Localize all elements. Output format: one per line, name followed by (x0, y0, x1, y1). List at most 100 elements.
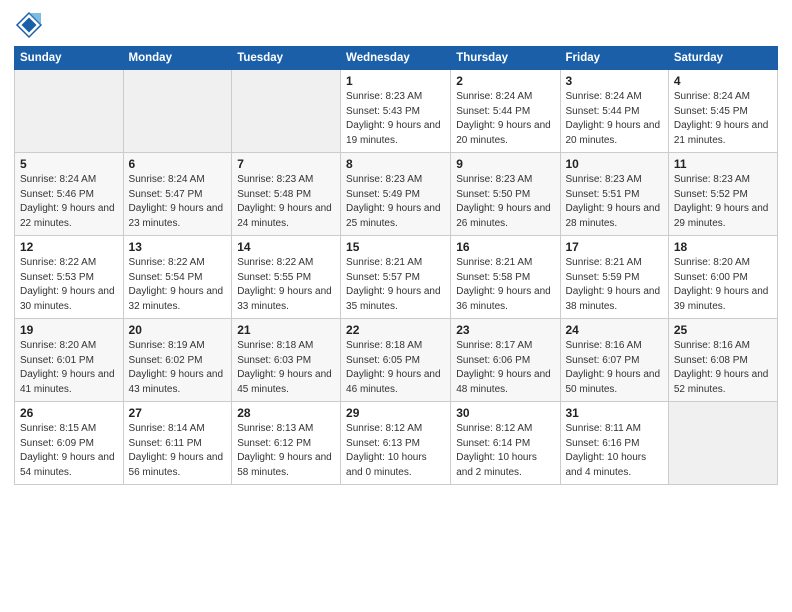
calendar-week-2: 5Sunrise: 8:24 AM Sunset: 5:46 PM Daylig… (15, 153, 778, 236)
weekday-header-saturday: Saturday (668, 47, 777, 70)
calendar-cell: 16Sunrise: 8:21 AM Sunset: 5:58 PM Dayli… (451, 236, 560, 319)
day-number: 23 (456, 323, 554, 337)
day-number: 14 (237, 240, 335, 254)
weekday-header-friday: Friday (560, 47, 668, 70)
calendar-cell: 7 Sunrise: 8:23 AM Sunset: 5:48 PM Daylig… (232, 153, 341, 236)
day-info: Sunrise: 8:22 AM Sunset: 5:54 PM Dayligh… (129, 256, 227, 314)
day-info: Sunrise: 8:24 AM Sunset: 5:45 PM Dayligh… (674, 90, 772, 148)
day-info: Sunrise: 8:18 AM Sunset: 6:05 PM Dayligh… (346, 339, 445, 397)
day-number: 19 (20, 323, 118, 337)
day-number: 25 (674, 323, 772, 337)
day-info: Sunrise: 8:23 AM Sunset: 5:50 PM Dayligh… (456, 173, 554, 231)
day-number: 12 (20, 240, 118, 254)
day-info: Sunrise: 8:11 AM Sunset: 6:16 PM Dayligh… (566, 422, 663, 480)
day-number: 6 (129, 157, 227, 171)
day-info: Sunrise: 8:19 AM Sunset: 6:02 PM Dayligh… (129, 339, 227, 397)
day-number: 13 (129, 240, 227, 254)
calendar-cell: 29 Sunrise: 8:12 AM Sunset: 6:13 PM Dayli… (341, 402, 451, 485)
day-number: 3 (566, 74, 663, 88)
weekday-header-thursday: Thursday (451, 47, 560, 70)
calendar-cell: 31 Sunrise: 8:11 AM Sunset: 6:16 PM Dayli… (560, 402, 668, 485)
calendar-cell: 9 Sunrise: 8:23 AM Sunset: 5:50 PM Daylig… (451, 153, 560, 236)
calendar-cell: 19 Sunrise: 8:20 AM Sunset: 6:01 PM Dayli… (15, 319, 124, 402)
day-number: 1 (346, 74, 445, 88)
calendar-cell: 11 Sunrise: 8:23 AM Sunset: 5:52 PM Dayli… (668, 153, 777, 236)
day-info: Sunrise: 8:24 AM Sunset: 5:44 PM Dayligh… (566, 90, 663, 148)
calendar-cell: 18 Sunrise: 8:20 AM Sunset: 6:00 PM Dayli… (668, 236, 777, 319)
day-number: 22 (346, 323, 445, 337)
day-number: 17 (566, 240, 663, 254)
day-number: 5 (20, 157, 118, 171)
day-info: Sunrise: 8:23 AM Sunset: 5:51 PM Dayligh… (566, 173, 663, 231)
calendar-cell: 2 Sunrise: 8:24 AM Sunset: 5:44 PM Daylig… (451, 70, 560, 153)
day-info: Sunrise: 8:17 AM Sunset: 6:06 PM Dayligh… (456, 339, 554, 397)
day-number: 15 (346, 240, 445, 254)
day-number: 9 (456, 157, 554, 171)
weekday-header-wednesday: Wednesday (341, 47, 451, 70)
calendar-cell (668, 402, 777, 485)
day-info: Sunrise: 8:20 AM Sunset: 6:01 PM Dayligh… (20, 339, 118, 397)
day-info: Sunrise: 8:15 AM Sunset: 6:09 PM Dayligh… (20, 422, 118, 480)
day-info: Sunrise: 8:21 AM Sunset: 5:57 PM Dayligh… (346, 256, 445, 314)
calendar-cell: 4 Sunrise: 8:24 AM Sunset: 5:45 PM Daylig… (668, 70, 777, 153)
calendar-cell: 12 Sunrise: 8:22 AM Sunset: 5:53 PM Dayli… (15, 236, 124, 319)
day-info: Sunrise: 8:12 AM Sunset: 6:14 PM Dayligh… (456, 422, 554, 480)
calendar-cell: 20 Sunrise: 8:19 AM Sunset: 6:02 PM Dayli… (123, 319, 232, 402)
page: SundayMondayTuesdayWednesdayThursdayFrid… (0, 0, 792, 612)
calendar-cell (15, 70, 124, 153)
day-info: Sunrise: 8:20 AM Sunset: 6:00 PM Dayligh… (674, 256, 772, 314)
day-number: 21 (237, 323, 335, 337)
day-number: 26 (20, 406, 118, 420)
day-number: 7 (237, 157, 335, 171)
calendar-cell: 28 Sunrise: 8:13 AM Sunset: 6:12 PM Dayli… (232, 402, 341, 485)
logo-icon (14, 10, 44, 40)
weekday-header-row: SundayMondayTuesdayWednesdayThursdayFrid… (15, 47, 778, 70)
day-info: Sunrise: 8:22 AM Sunset: 5:53 PM Dayligh… (20, 256, 118, 314)
calendar-cell: 6Sunrise: 8:24 AM Sunset: 5:47 PM Daylig… (123, 153, 232, 236)
day-number: 20 (129, 323, 227, 337)
day-number: 18 (674, 240, 772, 254)
day-info: Sunrise: 8:23 AM Sunset: 5:49 PM Dayligh… (346, 173, 445, 231)
day-number: 11 (674, 157, 772, 171)
weekday-header-sunday: Sunday (15, 47, 124, 70)
calendar-cell: 14 Sunrise: 8:22 AM Sunset: 5:55 PM Dayli… (232, 236, 341, 319)
day-info: Sunrise: 8:13 AM Sunset: 6:12 PM Dayligh… (237, 422, 335, 480)
day-info: Sunrise: 8:23 AM Sunset: 5:48 PM Dayligh… (237, 173, 335, 231)
day-number: 24 (566, 323, 663, 337)
day-number: 10 (566, 157, 663, 171)
calendar-cell: 27 Sunrise: 8:14 AM Sunset: 6:11 PM Dayli… (123, 402, 232, 485)
calendar-table: SundayMondayTuesdayWednesdayThursdayFrid… (14, 46, 778, 485)
header (14, 10, 778, 40)
day-info: Sunrise: 8:12 AM Sunset: 6:13 PM Dayligh… (346, 422, 445, 480)
day-info: Sunrise: 8:23 AM Sunset: 5:52 PM Dayligh… (674, 173, 772, 231)
day-number: 2 (456, 74, 554, 88)
day-number: 28 (237, 406, 335, 420)
day-number: 27 (129, 406, 227, 420)
calendar-cell: 25Sunrise: 8:16 AM Sunset: 6:08 PM Dayli… (668, 319, 777, 402)
calendar-cell: 30Sunrise: 8:12 AM Sunset: 6:14 PM Dayli… (451, 402, 560, 485)
calendar-cell: 17 Sunrise: 8:21 AM Sunset: 5:59 PM Dayli… (560, 236, 668, 319)
day-info: Sunrise: 8:14 AM Sunset: 6:11 PM Dayligh… (129, 422, 227, 480)
calendar-cell: 23 Sunrise: 8:17 AM Sunset: 6:06 PM Dayli… (451, 319, 560, 402)
day-number: 31 (566, 406, 663, 420)
calendar-cell: 24 Sunrise: 8:16 AM Sunset: 6:07 PM Dayli… (560, 319, 668, 402)
day-info: Sunrise: 8:24 AM Sunset: 5:44 PM Dayligh… (456, 90, 554, 148)
calendar-cell: 8Sunrise: 8:23 AM Sunset: 5:49 PM Daylig… (341, 153, 451, 236)
calendar-week-4: 19 Sunrise: 8:20 AM Sunset: 6:01 PM Dayli… (15, 319, 778, 402)
weekday-header-tuesday: Tuesday (232, 47, 341, 70)
calendar-cell: 21Sunrise: 8:18 AM Sunset: 6:03 PM Dayli… (232, 319, 341, 402)
calendar-cell: 26 Sunrise: 8:15 AM Sunset: 6:09 PM Dayli… (15, 402, 124, 485)
calendar-cell: 22 Sunrise: 8:18 AM Sunset: 6:05 PM Dayli… (341, 319, 451, 402)
calendar-cell (232, 70, 341, 153)
calendar-cell: 15 Sunrise: 8:21 AM Sunset: 5:57 PM Dayli… (341, 236, 451, 319)
day-info: Sunrise: 8:21 AM Sunset: 5:59 PM Dayligh… (566, 256, 663, 314)
day-number: 4 (674, 74, 772, 88)
day-number: 29 (346, 406, 445, 420)
calendar-week-5: 26 Sunrise: 8:15 AM Sunset: 6:09 PM Dayli… (15, 402, 778, 485)
calendar-cell: 3 Sunrise: 8:24 AM Sunset: 5:44 PM Daylig… (560, 70, 668, 153)
calendar-week-1: 1Sunrise: 8:23 AM Sunset: 5:43 PM Daylig… (15, 70, 778, 153)
day-info: Sunrise: 8:16 AM Sunset: 6:07 PM Dayligh… (566, 339, 663, 397)
calendar-cell: 13 Sunrise: 8:22 AM Sunset: 5:54 PM Dayli… (123, 236, 232, 319)
day-info: Sunrise: 8:22 AM Sunset: 5:55 PM Dayligh… (237, 256, 335, 314)
logo (14, 10, 48, 40)
